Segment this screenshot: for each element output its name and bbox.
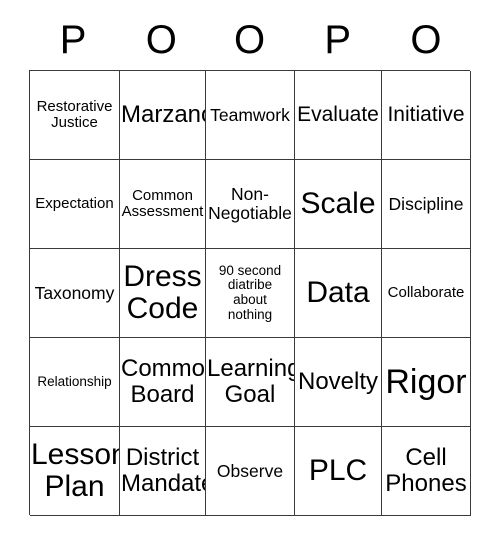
bingo-cell-label: District Mandate [121, 444, 206, 497]
bingo-grid: Restorative Justice Marzano Teamwork Evalua… [29, 70, 471, 516]
bingo-cell[interactable]: Discipline [382, 160, 471, 249]
bingo-cell-label: Teamwork [210, 104, 290, 125]
bingo-cell-label: 90 second diatribe about nothing [218, 262, 282, 322]
bingo-cell[interactable]: Marzano [120, 71, 206, 160]
bingo-cell[interactable]: Cell Phones [382, 427, 471, 516]
bingo-cell-label: Novelty [297, 368, 379, 396]
bingo-cell[interactable]: Taxonomy [30, 249, 120, 338]
bingo-cell-label: Restorative Justice [36, 97, 113, 131]
bingo-cell-label: Expectation [35, 194, 114, 212]
bingo-cell-label: Marzano [121, 101, 206, 129]
bingo-header-letter-3: P [324, 18, 352, 62]
bingo-cell[interactable]: Restorative Justice [30, 71, 120, 160]
bingo-cell-label: Initiative [387, 102, 465, 126]
bingo-cell-label: Cell Phones [385, 444, 467, 497]
bingo-cell[interactable]: Relationship [30, 338, 120, 427]
bingo-cell-label: Evaluate [297, 102, 379, 126]
bingo-card: P O O P O Restorative Justice Marzano Teamwork… [0, 0, 500, 544]
bingo-cell[interactable]: Collaborate [382, 249, 471, 338]
bingo-cell[interactable]: Evaluate [295, 71, 382, 160]
bingo-header-letter-2: O [233, 18, 266, 62]
bingo-cell-label: Common Assessment [121, 186, 204, 220]
bingo-header-letter-0: P [59, 18, 87, 62]
bingo-cell-label: Taxonomy [34, 282, 115, 303]
bingo-cell[interactable]: Non- Negotiable [206, 160, 295, 249]
bingo-cell[interactable]: Scale [295, 160, 382, 249]
bingo-cell[interactable]: Rigor [382, 338, 471, 427]
bingo-cell-label: Common Board [121, 355, 206, 408]
bingo-cell[interactable]: Observe [206, 427, 295, 516]
bingo-cell-label: Non- Negotiable [208, 184, 292, 223]
bingo-cell[interactable]: Learning Goal [206, 338, 295, 427]
bingo-cell[interactable]: Dress Code [120, 249, 206, 338]
bingo-header-letter-1: O [145, 18, 177, 62]
bingo-cell-label: Learning Goal [207, 355, 295, 408]
bingo-cell[interactable]: 90 second diatribe about nothing [206, 249, 295, 338]
bingo-cell-label: Discipline [388, 193, 464, 214]
bingo-cell-label: Lesson Plan [31, 437, 120, 503]
bingo-cell-label: Rigor [385, 362, 467, 401]
bingo-cell[interactable]: Expectation [30, 160, 120, 249]
bingo-cell[interactable]: Data [295, 249, 382, 338]
bingo-cell[interactable]: Initiative [382, 71, 471, 160]
bingo-cell-label: Observe [216, 460, 284, 481]
bingo-cell-label: PLC [308, 453, 368, 487]
bingo-header-row: POOPO [29, 10, 470, 70]
bingo-cell-label: Scale [300, 186, 376, 220]
bingo-cell[interactable]: Novelty [295, 338, 382, 427]
bingo-cell-label: Collaborate [387, 283, 465, 301]
bingo-cell-label: Data [306, 275, 370, 309]
bingo-cell[interactable]: District Mandate [120, 427, 206, 516]
bingo-cell[interactable]: PLC [295, 427, 382, 516]
bingo-cell[interactable]: Lesson Plan [30, 427, 120, 516]
bingo-cell[interactable]: Teamwork [206, 71, 295, 160]
bingo-cell-label: Relationship [37, 373, 112, 389]
bingo-cell-label: Dress Code [123, 259, 202, 325]
bingo-header-letter-4: O [410, 18, 442, 62]
bingo-cell[interactable]: Common Board [120, 338, 206, 427]
bingo-cell[interactable]: Common Assessment [120, 160, 206, 249]
